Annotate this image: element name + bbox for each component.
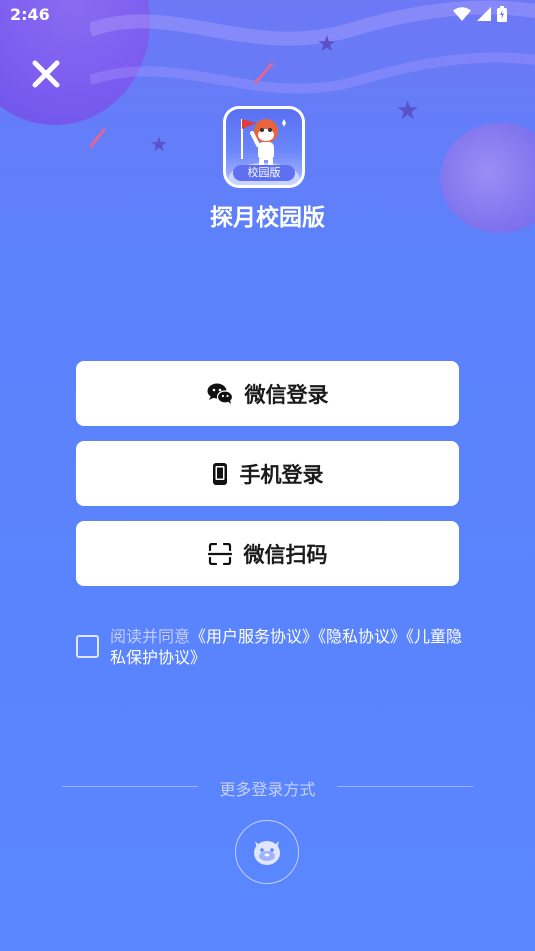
close-icon [32,60,60,88]
privacy-agreement-link[interactable]: 《隐私协议》 [318,627,406,646]
guest-login-button[interactable] [235,820,299,884]
wechat-scan-button[interactable]: 微信扫码 [76,521,459,586]
scan-icon [207,542,232,565]
wechat-login-label: 微信登录 [244,382,329,407]
battery-icon [497,6,507,22]
close-button[interactable] [28,56,64,92]
agreement-prefix: 阅读并同意 [110,627,191,646]
wifi-icon [453,7,471,21]
agreement-checkbox[interactable] [76,635,99,658]
wechat-icon [207,383,233,404]
agreement-text: 阅读并同意《用户服务协议》《隐私协议》《儿童隐私保护协议》 [110,626,470,668]
login-screen: ★ ★ ★ 2:46 校园版 探月校园版 微信登录 手机登录 微信扫码 阅读并同… [0,0,535,951]
star-decoration: ★ [150,132,168,156]
star-decoration: ★ [396,96,420,126]
phone-login-button[interactable]: 手机登录 [76,441,459,506]
signal-icon [477,7,491,21]
guest-mascot-icon [254,841,280,865]
app-name: 探月校园版 [210,205,325,231]
app-logo: 校园版 [223,106,305,188]
more-login-label: 更多登录方式 [219,780,316,799]
meteor-decoration [89,128,106,148]
phone-icon [212,462,227,485]
phone-login-label: 手机登录 [239,462,324,487]
wechat-login-button[interactable]: 微信登录 [76,361,459,426]
app-badge: 校园版 [233,165,295,181]
status-bar: 2:46 [0,0,535,30]
meteor-decoration [254,62,274,84]
star-decoration: ★ [317,32,337,57]
status-time: 2:46 [10,5,50,24]
more-login-divider: 更多登录方式 [62,776,473,799]
wechat-scan-label: 微信扫码 [243,542,328,567]
user-service-agreement-link[interactable]: 《用户服务协议》 [190,627,318,646]
